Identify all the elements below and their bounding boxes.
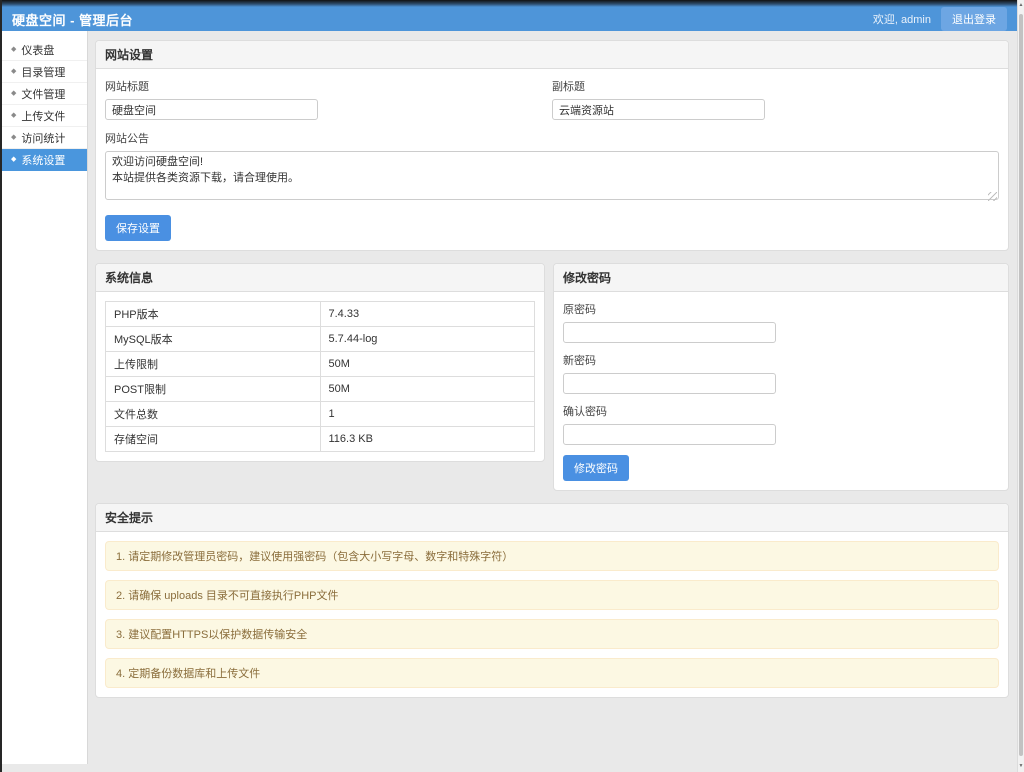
site-settings-form-row: 网站标题 副标题 bbox=[105, 78, 999, 120]
new-password-label: 新密码 bbox=[563, 355, 596, 367]
subtitle-field-group: 副标题 bbox=[552, 78, 999, 120]
old-password-field-group: 原密码 bbox=[563, 301, 999, 343]
old-password-label: 原密码 bbox=[563, 304, 596, 316]
info-label: 存储空间 bbox=[105, 426, 321, 452]
table-row: POST限制 50M bbox=[105, 376, 535, 402]
bullet-icon: ◆ bbox=[11, 46, 17, 53]
site-title-label: 网站标题 bbox=[105, 81, 149, 93]
site-settings-panel-title: 网站设置 bbox=[96, 41, 1008, 69]
announcement-label: 网站公告 bbox=[105, 133, 149, 145]
table-row: 文件总数 1 bbox=[105, 401, 535, 427]
bullet-icon: ◆ bbox=[11, 112, 17, 119]
logout-button[interactable]: 退出登录 bbox=[941, 7, 1007, 31]
sidebar-item-settings[interactable]: ◆ 系统设置 bbox=[2, 149, 87, 171]
security-tip-alert: 2. 请确保 uploads 目录不可直接执行PHP文件 bbox=[105, 580, 999, 610]
system-info-panel-title: 系统信息 bbox=[96, 264, 544, 292]
security-tip-alert: 1. 请定期修改管理员密码，建议使用强密码（包含大小写字母、数字和特殊字符） bbox=[105, 541, 999, 571]
confirm-password-field-group: 确认密码 bbox=[563, 403, 999, 445]
scroll-down-icon[interactable]: ▼ bbox=[1018, 764, 1024, 769]
save-settings-button[interactable]: 保存设置 bbox=[105, 215, 171, 241]
table-row: MySQL版本 5.7.44-log bbox=[105, 326, 535, 352]
bullet-icon: ◆ bbox=[11, 68, 17, 75]
sidebar-item-label: 系统设置 bbox=[21, 154, 66, 167]
sidebar-item-label: 目录管理 bbox=[21, 66, 66, 79]
system-info-table: PHP版本 7.4.33 MySQL版本 5.7.44-log 上传限制 50M bbox=[105, 301, 535, 452]
table-row: PHP版本 7.4.33 bbox=[105, 301, 535, 327]
sidebar-item-label: 仪表盘 bbox=[21, 44, 55, 57]
confirm-password-input[interactable] bbox=[563, 424, 776, 445]
scrollbar-thumb[interactable] bbox=[1019, 14, 1023, 756]
info-value: 5.7.44-log bbox=[319, 326, 535, 352]
topbar-right-group: 欢迎, admin 退出登录 bbox=[873, 7, 1007, 31]
info-value: 116.3 KB bbox=[319, 426, 535, 452]
sidebar-item-stats[interactable]: ◆ 访问统计 bbox=[2, 127, 87, 149]
vertical-scrollbar[interactable]: ▲ ▼ bbox=[1017, 0, 1024, 772]
window-left-edge bbox=[0, 0, 2, 772]
announcement-textarea-wrap: 欢迎访问硬盘空间! 本站提供各类资源下载，请合理使用。 bbox=[105, 151, 999, 205]
table-row: 存储空间 116.3 KB bbox=[105, 426, 535, 452]
subtitle-label: 副标题 bbox=[552, 81, 585, 93]
confirm-password-label: 确认密码 bbox=[563, 406, 607, 418]
info-label: 上传限制 bbox=[105, 351, 321, 377]
info-label: POST限制 bbox=[105, 376, 321, 402]
sidebar-item-label: 上传文件 bbox=[21, 110, 66, 123]
sidebar-item-dashboard[interactable]: ◆ 仪表盘 bbox=[2, 39, 87, 61]
change-password-panel-title: 修改密码 bbox=[554, 264, 1008, 292]
middle-panels-row: 系统信息 PHP版本 7.4.33 MySQL版本 5.7.44-log 上传限… bbox=[95, 263, 1009, 503]
info-label: MySQL版本 bbox=[105, 326, 321, 352]
info-value: 50M bbox=[319, 351, 535, 377]
announcement-textarea[interactable]: 欢迎访问硬盘空间! 本站提供各类资源下载，请合理使用。 bbox=[105, 151, 999, 200]
security-tip-alert: 3. 建议配置HTTPS以保护数据传输安全 bbox=[105, 619, 999, 649]
system-info-panel-body: PHP版本 7.4.33 MySQL版本 5.7.44-log 上传限制 50M bbox=[96, 292, 544, 461]
app-title: 硬盘空间 - 管理后台 bbox=[12, 13, 134, 28]
site-title-field-group: 网站标题 bbox=[105, 78, 552, 120]
info-value: 7.4.33 bbox=[319, 301, 535, 327]
new-password-field-group: 新密码 bbox=[563, 352, 999, 394]
site-settings-panel: 网站设置 网站标题 副标题 网站公告 欢迎访问硬盘空间! 本站提供各类资源下载，… bbox=[95, 40, 1009, 251]
info-label: PHP版本 bbox=[105, 301, 321, 327]
scroll-up-icon[interactable]: ▲ bbox=[1018, 3, 1024, 8]
change-password-button[interactable]: 修改密码 bbox=[563, 455, 629, 481]
bullet-icon: ◆ bbox=[11, 156, 17, 163]
security-tips-panel: 安全提示 1. 请定期修改管理员密码，建议使用强密码（包含大小写字母、数字和特殊… bbox=[95, 503, 1009, 698]
site-title-input[interactable] bbox=[105, 99, 318, 120]
top-navbar: 硬盘空间 - 管理后台 欢迎, admin 退出登录 bbox=[0, 0, 1017, 31]
new-password-input[interactable] bbox=[563, 373, 776, 394]
announcement-field-group: 网站公告 欢迎访问硬盘空间! 本站提供各类资源下载，请合理使用。 bbox=[105, 130, 999, 205]
site-settings-panel-body: 网站标题 副标题 网站公告 欢迎访问硬盘空间! 本站提供各类资源下载，请合理使用… bbox=[96, 69, 1008, 250]
info-value: 1 bbox=[319, 401, 535, 427]
sidebar-item-directories[interactable]: ◆ 目录管理 bbox=[2, 61, 87, 83]
welcome-text: 欢迎, admin bbox=[872, 14, 931, 26]
sidebar-nav: ◆ 仪表盘 ◆ 目录管理 ◆ 文件管理 ◆ 上传文件 ◆ 访问统计 ◆ 系统设置 bbox=[2, 31, 88, 764]
sidebar-item-label: 文件管理 bbox=[21, 88, 66, 101]
security-tip-alert: 4. 定期备份数据库和上传文件 bbox=[105, 658, 999, 688]
sidebar-item-upload[interactable]: ◆ 上传文件 bbox=[2, 105, 87, 127]
change-password-panel-body: 原密码 新密码 确认密码 修改密码 bbox=[554, 292, 1008, 490]
table-row: 上传限制 50M bbox=[105, 351, 535, 377]
info-value: 50M bbox=[319, 376, 535, 402]
info-label: 文件总数 bbox=[105, 401, 321, 427]
change-password-panel: 修改密码 原密码 新密码 确认密码 修改密码 bbox=[553, 263, 1009, 491]
bullet-icon: ◆ bbox=[11, 90, 17, 97]
old-password-input[interactable] bbox=[563, 322, 776, 343]
main-content: 网站设置 网站标题 副标题 网站公告 欢迎访问硬盘空间! 本站提供各类资源下载，… bbox=[89, 31, 1017, 772]
security-tips-panel-body: 1. 请定期修改管理员密码，建议使用强密码（包含大小写字母、数字和特殊字符） 2… bbox=[96, 532, 1008, 697]
system-info-panel: 系统信息 PHP版本 7.4.33 MySQL版本 5.7.44-log 上传限… bbox=[95, 263, 545, 462]
subtitle-input[interactable] bbox=[552, 99, 765, 120]
sidebar-item-files[interactable]: ◆ 文件管理 bbox=[2, 83, 87, 105]
security-tips-panel-title: 安全提示 bbox=[96, 504, 1008, 532]
bullet-icon: ◆ bbox=[11, 134, 17, 141]
sidebar-item-label: 访问统计 bbox=[21, 132, 66, 145]
